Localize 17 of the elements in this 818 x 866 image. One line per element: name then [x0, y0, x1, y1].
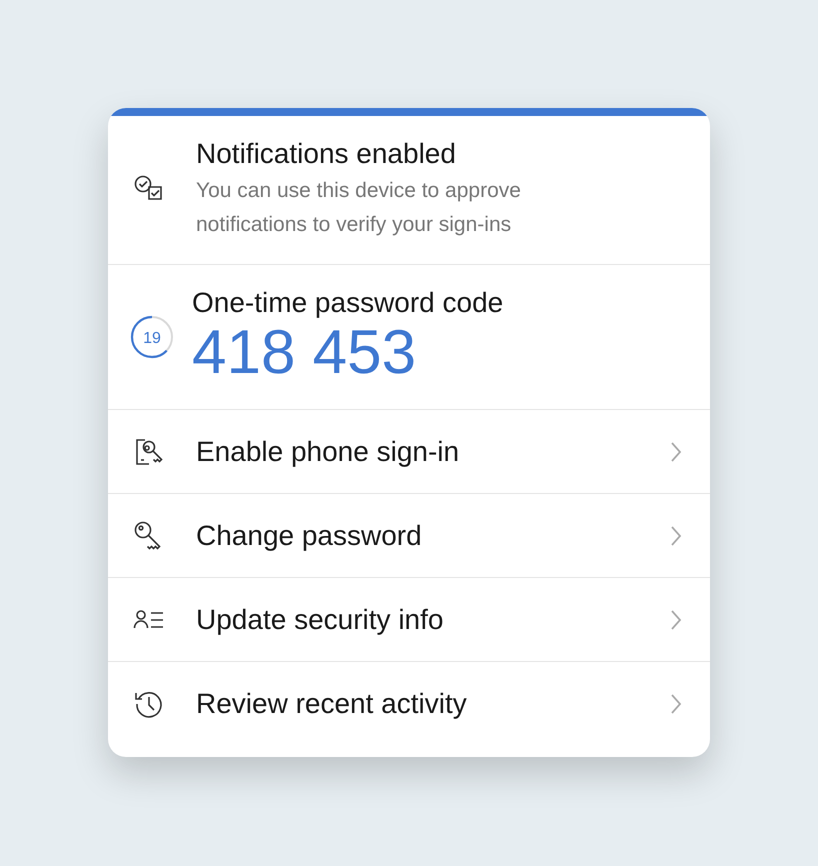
menu-item-label: Update security info: [196, 604, 444, 636]
chevron-right-icon: [670, 693, 682, 715]
chevron-right-icon: [670, 524, 682, 546]
chevron-right-icon: [670, 608, 682, 630]
notifications-description: You can use this device to approve notifications to verify your sign-ins: [196, 178, 522, 238]
chevron-right-icon: [670, 440, 682, 462]
otp-title: One-time password code: [192, 287, 504, 319]
otp-code: 418 453: [192, 319, 418, 387]
notifications-title: Notifications enabled: [196, 138, 457, 170]
menu-item-label: Change password: [196, 520, 423, 552]
menu-item[interactable]: Change password: [108, 494, 710, 578]
menu-item[interactable]: Review recent activity: [108, 662, 710, 746]
countdown-timer: 19: [128, 313, 176, 361]
menu-item[interactable]: Update security info: [108, 578, 710, 662]
menu-item-label: Review recent activity: [196, 688, 468, 720]
menu-item-label: Enable phone sign-in: [196, 436, 460, 468]
menu-item[interactable]: Enable phone sign-in: [108, 410, 710, 494]
